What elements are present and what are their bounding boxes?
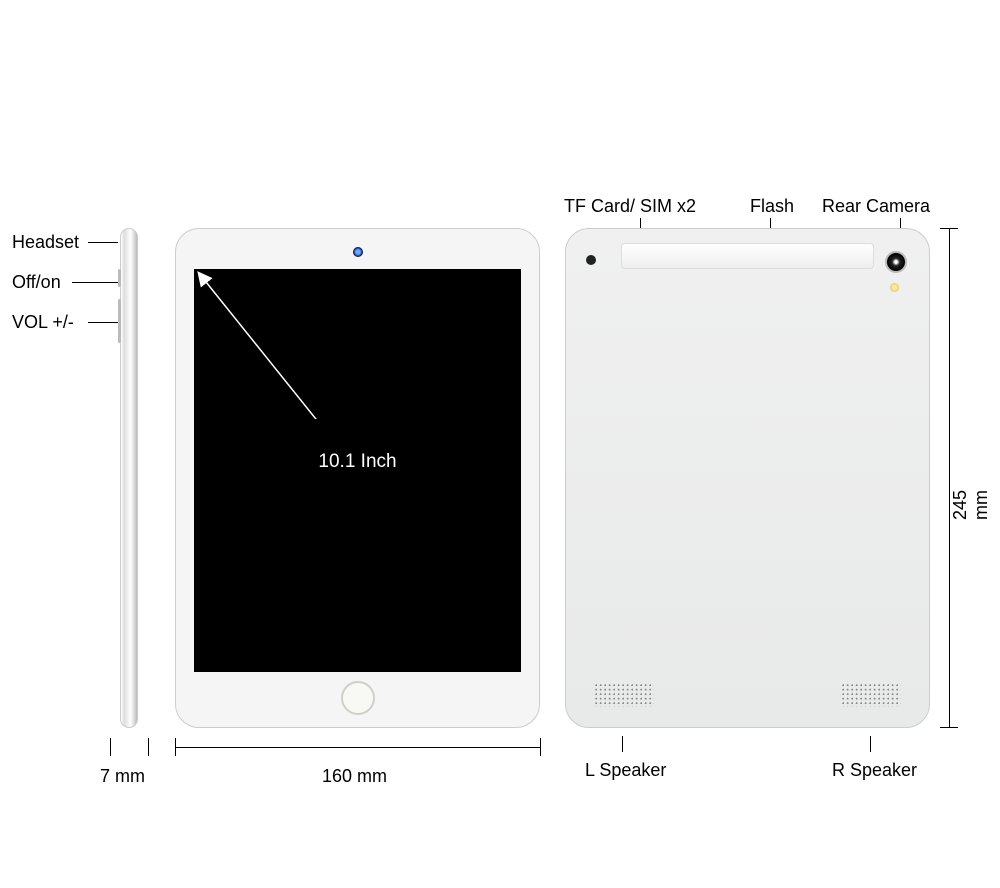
screen: 10.1 Inch — [194, 269, 521, 672]
label-left-speaker: L Speaker — [585, 760, 666, 781]
tablet-side-view — [120, 228, 138, 728]
diagonal-arrow-icon — [194, 269, 494, 419]
label-vol: VOL +/- — [12, 312, 74, 333]
left-speaker-icon — [594, 683, 654, 707]
dim-line — [175, 747, 540, 748]
volume-rocker-icon — [118, 299, 121, 343]
label-tf-sim: TF Card/ SIM x2 — [564, 196, 696, 217]
leader-line — [88, 322, 118, 323]
antenna-band-icon — [621, 243, 874, 269]
dim-tick — [540, 738, 541, 756]
right-speaker-icon — [841, 683, 901, 707]
label-headset: Headset — [12, 232, 79, 253]
headset-jack-icon — [586, 255, 596, 265]
label-height: 245 mm — [950, 462, 992, 520]
flash-led-icon — [890, 283, 899, 292]
label-width: 160 mm — [322, 766, 387, 787]
tablet-back-view — [565, 228, 930, 728]
label-thickness: 7 mm — [100, 766, 145, 787]
dim-tick — [110, 738, 111, 756]
label-offon: Off/on — [12, 272, 61, 293]
label-flash: Flash — [750, 196, 794, 217]
leader-line — [88, 242, 118, 243]
tablet-front-view: 10.1 Inch — [175, 228, 540, 728]
leader-line — [870, 736, 871, 752]
front-camera-icon — [353, 247, 363, 257]
label-right-speaker: R Speaker — [832, 760, 917, 781]
power-button-icon — [118, 269, 121, 287]
label-screen-size: 10.1 Inch — [318, 451, 396, 473]
leader-line — [72, 282, 118, 283]
dim-tick — [148, 738, 149, 756]
home-button-icon — [341, 681, 375, 715]
leader-line — [622, 736, 623, 752]
label-rear-camera: Rear Camera — [822, 196, 930, 217]
rear-camera-icon — [885, 251, 907, 273]
